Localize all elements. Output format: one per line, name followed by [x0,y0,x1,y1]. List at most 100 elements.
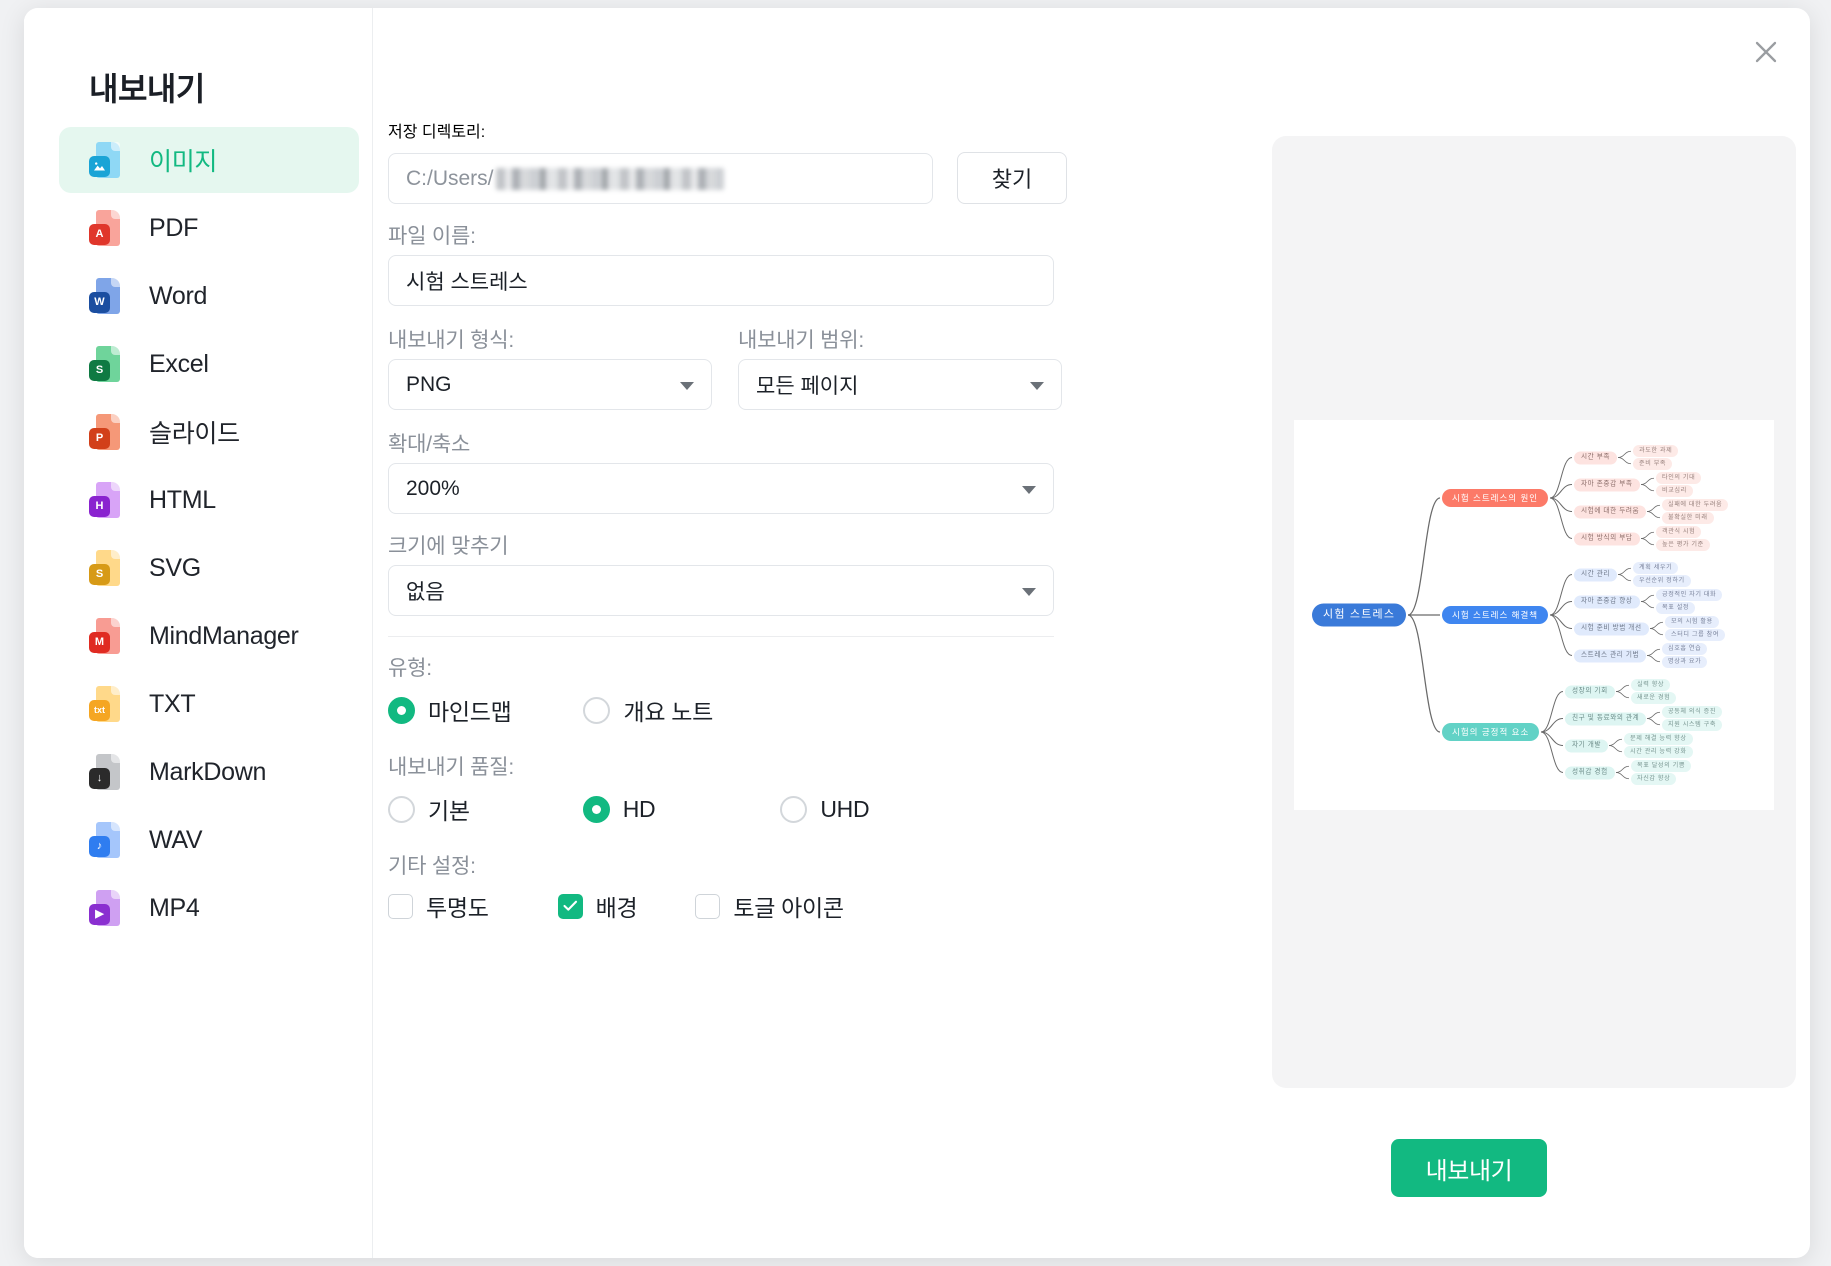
mindmap-leaf-node[interactable]: 우선순위 정하기 [1633,574,1691,587]
mindmap-leaf-node[interactable]: 모의 시험 활용 [1665,616,1719,629]
sidebar-item-word[interactable]: W Word [59,263,359,329]
radio-icon[interactable] [780,795,808,823]
mindmap-leaf-node[interactable]: 타인의 기대 [1656,472,1702,485]
checkbox-icon[interactable] [695,893,721,919]
quality-option-0[interactable]: 기본 [388,792,470,826]
mindmap-link [1646,511,1661,519]
export-format-select[interactable]: PNG [388,359,712,410]
mindmap-sub-node[interactable]: 시험 준비 방법 개선 [1574,622,1649,635]
type-option-0[interactable]: 마인드맵 [388,693,512,727]
sidebar-item-markdown[interactable]: ↓ MarkDown [59,739,359,805]
option-label: 기본 [428,798,470,824]
mindmap-sub-node[interactable]: 시간 관리 [1574,568,1618,581]
mindmap-leaf-node[interactable]: 새로운 경험 [1631,691,1677,704]
mindmap-leaf-node[interactable]: 불확실한 미래 [1662,511,1714,524]
mindmap-sub-node[interactable]: 친구 및 동료와의 관계 [1565,712,1647,725]
quality-option-2[interactable]: UHD [780,795,870,823]
file-name-label: 파일 이름: [388,225,476,248]
mindmap-leaf-node[interactable]: 스터디 그룹 참여 [1665,628,1726,641]
mindmap-sub-node[interactable]: 자기 개발 [1565,739,1609,752]
other-settings-checkbox-group: 투명도 배경 토글 아이콘 [388,889,844,923]
type-option-1[interactable]: 개요 노트 [583,693,713,727]
export-settings-form: 저장 디렉토리: C:/Users/ 찾기 파일 이름: 시험 스트레스 내보내… [374,8,1274,1258]
mindmap-sub-node[interactable]: 성취감 경험 [1565,766,1615,779]
mindmap-leaf-node[interactable]: 준비 부족 [1633,457,1673,470]
word-file-icon: W [88,277,126,315]
mindmap-leaf-node[interactable]: 목표 설정 [1656,601,1696,614]
mindmap-leaf-node[interactable]: 시간 관리 능력 강화 [1624,745,1693,758]
sidebar-item-label: TXT [149,689,196,718]
checkbox-icon[interactable] [388,893,413,919]
sidebar-item-이미지[interactable]: 이미지 [59,127,359,193]
sidebar-item-mp4[interactable]: ▶ MP4 [59,875,359,941]
mindmap-leaf-node[interactable]: 공동체 의식 증진 [1662,706,1723,719]
sidebar-item-label: WAV [149,825,203,854]
mindmap-leaf-node[interactable]: 실력 향상 [1631,679,1671,692]
preview-panel: 시험 스트레스 시험 스트레스의 원인 시간 부족 과도한 과제 준비 부족자아 존중감… [1272,136,1796,1088]
sidebar-item-svg[interactable]: S SVG [59,535,359,601]
radio-icon[interactable] [388,795,415,823]
mindmap-sub-node[interactable]: 성장의 기회 [1565,685,1615,698]
sidebar-item-label: MindManager [149,621,299,650]
mp4-file-icon: ▶ [88,889,126,927]
mindmap-leaf-node[interactable]: 명상과 요가 [1662,655,1708,668]
other-setting-1[interactable]: 배경 [557,889,638,923]
mindmap-link [1615,684,1630,692]
fit-size-select[interactable]: 없음 [388,565,1054,616]
sidebar-item-excel[interactable]: S Excel [59,331,359,397]
save-directory-input[interactable]: C:/Users/ [388,153,933,204]
mindmap-root-node[interactable]: 시험 스트레스 [1312,603,1407,627]
mindmap-sub-node[interactable]: 스트레스 관리 기법 [1574,649,1647,662]
mindmap-sub-node[interactable]: 자아 존중감 부족 [1574,478,1640,491]
mindmap-link [1617,574,1632,582]
sidebar-item-html[interactable]: H HTML [59,467,359,533]
mindmap-leaf-node[interactable]: 자신감 향상 [1631,772,1677,785]
mindmap-leaf-node[interactable]: 객관식 시험 [1656,526,1702,539]
sidebar-item-txt[interactable]: txt TXT [59,671,359,737]
mindmap-link [1640,484,1655,492]
export-range-select[interactable]: 모든 페이지 [738,359,1062,410]
mindmap-link [1640,594,1655,602]
quality-option-1[interactable]: HD [582,795,656,823]
zoom-select[interactable]: 200% [388,463,1054,514]
radio-icon[interactable] [582,795,610,823]
mindmap-link [1640,538,1655,546]
mindmap-sub-node[interactable]: 시험에 대한 두려움 [1574,505,1647,518]
mindmap-sub-node[interactable]: 시간 부족 [1574,451,1618,464]
mindmap-leaf-node[interactable]: 긍정적인 자기 대화 [1656,589,1723,602]
mindmap-link [1646,504,1661,512]
mindmap-leaf-node[interactable]: 계획 세우기 [1633,562,1679,575]
file-name-input[interactable]: 시험 스트레스 [388,255,1054,306]
sidebar-item-label: HTML [149,485,216,514]
mindmap-leaf-node[interactable]: 높은 평가 기준 [1656,538,1710,551]
sidebar-item-wav[interactable]: ♪ WAV [59,807,359,873]
other-setting-2[interactable]: 토글 아이콘 [695,889,844,923]
mindmap-leaf-node[interactable]: 실패에 대한 두려움 [1662,499,1729,512]
mindmap-link [1608,745,1623,753]
mindmap-leaf-node[interactable]: 목표 달성의 기쁨 [1631,760,1692,773]
mindmap-branch-node[interactable]: 시험 스트레스 해결책 [1442,606,1549,624]
export-button[interactable]: 내보내기 [1391,1139,1547,1197]
sidebar-item-mindmanager[interactable]: M MindManager [59,603,359,669]
other-setting-0[interactable]: 투명도 [388,889,489,923]
sidebar-item-label: SVG [149,553,201,582]
mindmap-branch-node[interactable]: 시험 스트레스의 원인 [1442,489,1549,507]
sidebar-item-슬라이드[interactable]: P 슬라이드 [59,399,359,465]
checkbox-icon[interactable] [557,893,583,919]
mindmap-leaf-node[interactable]: 과도한 과제 [1633,445,1679,458]
mindmap-leaf-node[interactable]: 심호흡 연습 [1662,643,1708,656]
radio-icon[interactable] [388,696,415,724]
mindmap-leaf-node[interactable]: 지원 시스템 구축 [1662,718,1723,731]
format-list: 이미지 A PDF W Word S Excel P 슬라이드 H HTML S SVG M MindMan… [59,127,359,943]
sidebar-item-pdf[interactable]: A PDF [59,195,359,261]
browse-button[interactable]: 찾기 [957,152,1067,204]
mindmap-leaf-node[interactable]: 문제 해결 능력 향상 [1624,733,1693,746]
mindmap-leaf-node[interactable]: 비교심리 [1656,484,1693,497]
sidebar-item-label: 슬라이드 [149,420,240,448]
radio-icon[interactable] [583,696,611,724]
close-icon[interactable] [1744,30,1788,74]
mindmap-preview[interactable]: 시험 스트레스 시험 스트레스의 원인 시간 부족 과도한 과제 준비 부족자아 존중감… [1294,420,1774,810]
mindmap-branch-node[interactable]: 시험의 긍정적 요소 [1442,723,1540,741]
mindmap-sub-node[interactable]: 자아 존중감 향상 [1574,595,1640,608]
mindmap-sub-node[interactable]: 시험 방식의 부담 [1574,532,1640,545]
